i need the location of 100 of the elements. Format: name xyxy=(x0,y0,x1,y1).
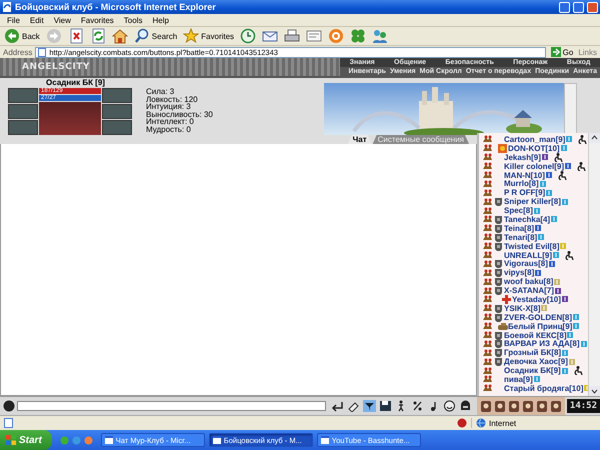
clan-emblem-icon xyxy=(494,232,504,242)
clan-emblem-icon xyxy=(494,197,504,206)
edit-button[interactable] xyxy=(305,28,324,44)
group-icon xyxy=(482,278,493,286)
print-button[interactable] xyxy=(283,28,302,44)
scrollbar[interactable] xyxy=(588,133,600,396)
item-slot[interactable] xyxy=(8,120,38,135)
user-name[interactable]: ZVER-GOLDEN[8] xyxy=(504,312,572,322)
user-name[interactable]: Боевой КЕКС[8] xyxy=(504,330,566,340)
group-icon xyxy=(482,224,493,232)
group-icon xyxy=(482,251,493,260)
filter-icon[interactable] xyxy=(362,400,376,412)
back-button[interactable]: Back xyxy=(3,28,41,44)
floppy-icon[interactable] xyxy=(378,400,392,412)
user-name[interactable]: YSIK-X[8] xyxy=(504,304,540,313)
group-icon xyxy=(482,188,493,197)
favorites-button[interactable]: Favorites xyxy=(182,28,236,44)
info-icon[interactable] xyxy=(565,163,572,170)
menu-item[interactable]: Help xyxy=(147,16,174,24)
info-icon[interactable] xyxy=(548,260,555,267)
smiley-icon[interactable] xyxy=(442,400,456,412)
item-slot[interactable] xyxy=(102,88,132,103)
user-name[interactable]: Белый Принц[9] xyxy=(508,322,572,331)
user-name[interactable]: DON-KOT[10] xyxy=(508,144,560,153)
chat-tab[interactable]: Чат xyxy=(348,135,372,144)
group-icon xyxy=(482,162,493,170)
user-name[interactable]: Cartoon_man[9] xyxy=(504,134,566,144)
user-name[interactable]: Осадник БК[9] xyxy=(504,366,561,376)
message-input[interactable] xyxy=(17,401,326,411)
info-icon[interactable] xyxy=(562,296,568,302)
user-name[interactable]: Vigoraus[8] xyxy=(504,259,548,268)
at-button[interactable] xyxy=(327,28,346,44)
windows-logo-icon xyxy=(6,435,16,445)
helmet-icon[interactable] xyxy=(458,400,472,412)
item-slot[interactable] xyxy=(8,88,38,103)
group-icon xyxy=(482,358,493,366)
user-name[interactable]: Tanechka[4] xyxy=(504,214,550,224)
scroll-down-icon[interactable] xyxy=(589,386,600,396)
user-name[interactable]: X-SATANA[7] xyxy=(504,286,554,296)
user-name[interactable]: Sniper Killer[8] xyxy=(504,197,561,206)
user-name[interactable]: ВАРВАР ИЗ АДА[8] xyxy=(504,339,580,348)
user-name[interactable]: Yestaday[10] xyxy=(512,294,561,304)
game-logo: ANGELSCITY xyxy=(21,61,91,74)
menu-item[interactable]: File xyxy=(2,16,25,24)
user-name[interactable]: Killer colonel[9] xyxy=(504,162,564,171)
group-icon xyxy=(482,304,493,312)
group-icon xyxy=(482,215,493,224)
user-name[interactable]: Tenari[8] xyxy=(504,232,538,242)
user-name[interactable]: пива[9] xyxy=(504,375,533,384)
user-name[interactable]: Twisted Evil[8] xyxy=(504,242,560,251)
menu-item[interactable]: View xyxy=(48,16,76,24)
cross-emblem-icon xyxy=(502,294,512,304)
links-label[interactable]: Links xyxy=(578,48,597,56)
info-icon[interactable] xyxy=(535,225,542,232)
scrollbar[interactable] xyxy=(564,83,577,135)
enter-icon[interactable] xyxy=(330,400,344,412)
scroll-up-icon[interactable] xyxy=(589,133,600,143)
user-name[interactable]: woof baku[8] xyxy=(504,277,554,286)
item-slot[interactable] xyxy=(102,120,132,135)
search-icon xyxy=(134,28,150,44)
home-button[interactable] xyxy=(110,28,129,44)
clover-icon[interactable] xyxy=(60,436,69,444)
group-icon xyxy=(482,153,493,162)
minimize-button[interactable] xyxy=(559,2,570,12)
user-name[interactable]: Spec[8] xyxy=(504,206,533,216)
status-orb-icon[interactable] xyxy=(3,400,15,412)
user-name[interactable]: Старый бродяга[10] xyxy=(504,384,584,393)
user-name[interactable]: Murrlo[8] xyxy=(504,179,539,188)
clover-button[interactable] xyxy=(349,28,368,44)
user-name[interactable]: Грозный БК[8] xyxy=(504,348,562,358)
percent-icon[interactable] xyxy=(410,400,424,412)
search-button[interactable]: Search xyxy=(132,28,178,44)
user-name[interactable]: Jekash[9] xyxy=(504,152,541,162)
group-icon xyxy=(482,375,493,384)
info-icon[interactable] xyxy=(535,270,542,276)
user-name[interactable]: MAN-N[10] xyxy=(504,170,545,180)
user-name[interactable]: vipys[8] xyxy=(504,268,534,278)
ring-icon xyxy=(328,28,344,44)
user-name[interactable]: Teina[8] xyxy=(504,224,534,233)
info-icon[interactable] xyxy=(554,288,561,294)
maximize-button[interactable] xyxy=(573,2,584,12)
eraser-icon[interactable] xyxy=(346,400,360,412)
messenger-button[interactable] xyxy=(371,28,390,44)
app-icon[interactable] xyxy=(84,436,93,444)
user-name[interactable]: P R OFF[9] xyxy=(504,188,546,198)
close-button[interactable] xyxy=(587,2,598,12)
info-icon[interactable] xyxy=(546,172,552,178)
go-button[interactable]: Go xyxy=(548,46,576,58)
info-icon[interactable] xyxy=(542,154,548,160)
menu-item[interactable]: Favorites xyxy=(76,16,119,24)
history-button[interactable] xyxy=(239,28,258,44)
user-name[interactable]: UNREALL[9] xyxy=(504,250,552,260)
item-slot[interactable] xyxy=(102,104,132,119)
globe-icon xyxy=(476,418,486,428)
house-icon xyxy=(112,28,128,44)
group-icon xyxy=(482,242,493,250)
menu-item[interactable]: Tools xyxy=(118,16,148,24)
user-name[interactable]: Девочка Хаос[9] xyxy=(504,357,568,366)
item-slot[interactable] xyxy=(8,104,38,119)
menu-item[interactable]: Edit xyxy=(24,16,49,24)
